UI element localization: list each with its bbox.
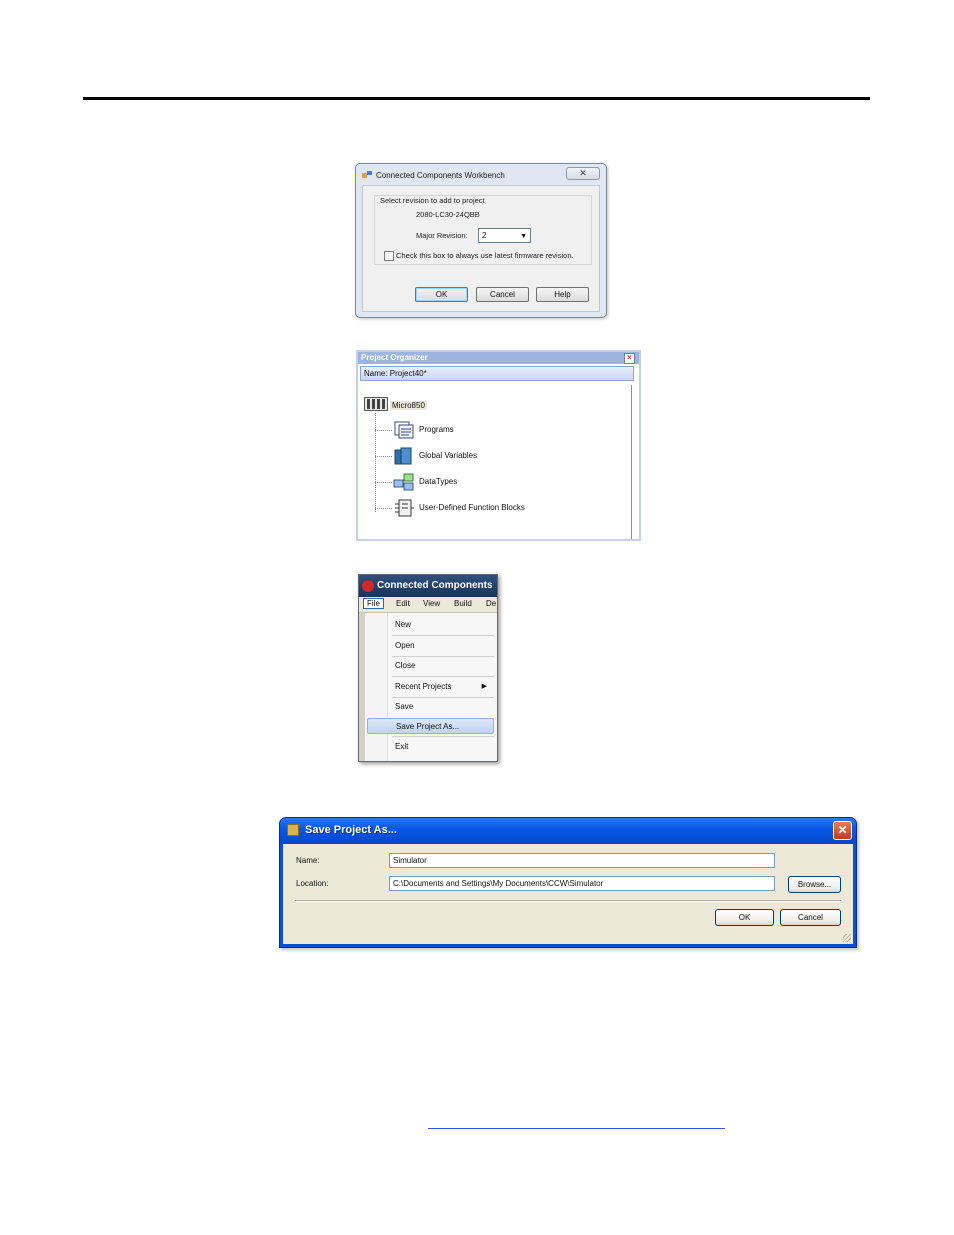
organizer-titlebar: Project Organizer ×: [358, 352, 639, 364]
menu-edit[interactable]: Edit: [396, 599, 410, 608]
help-button[interactable]: Help: [536, 287, 589, 302]
menu-item-recent-projects[interactable]: Recent Projects ▶: [387, 679, 495, 695]
close-icon[interactable]: ×: [624, 353, 635, 364]
app-title: Connected Components: [377, 580, 493, 591]
window-icon: [287, 824, 299, 836]
divider: [295, 900, 841, 902]
function-blocks-icon: [395, 499, 414, 517]
close-button[interactable]: ✕: [833, 821, 852, 840]
resize-grip-icon[interactable]: [843, 934, 851, 942]
app-titlebar: Connected Components: [359, 575, 497, 597]
tree-root-micro850[interactable]: Micro850: [390, 401, 427, 410]
programs-icon: [394, 421, 414, 439]
save-dialog-title: Save Project As...: [305, 824, 397, 836]
close-button[interactable]: ✕: [566, 167, 600, 180]
project-name-label: Name:: [364, 369, 388, 378]
tree-item-label: User-Defined Function Blocks: [419, 503, 525, 512]
menu-separator: [392, 697, 494, 698]
menu-item-close[interactable]: Close: [387, 658, 495, 674]
group-label: Select revision to add to project: [378, 196, 487, 205]
cancel-button[interactable]: Cancel: [780, 909, 841, 926]
tree-line: [375, 413, 376, 512]
major-revision-select[interactable]: 2 ▼: [478, 228, 531, 243]
menu-item-save[interactable]: Save: [387, 699, 495, 715]
tree-item-label: Programs: [419, 425, 454, 434]
menu-separator: [392, 676, 494, 677]
major-revision-value: 2: [482, 231, 487, 240]
revision-dialog: Connected Components Workbench ✕ Select …: [355, 163, 607, 318]
menu-debug[interactable]: De: [486, 599, 496, 608]
menu-item-label: Recent Projects: [395, 682, 452, 691]
header-rule: [83, 97, 870, 100]
menu-view[interactable]: View: [423, 599, 440, 608]
ok-button[interactable]: OK: [715, 909, 774, 926]
latest-firmware-checkbox[interactable]: [384, 251, 394, 261]
menubar: File Edit View Build De: [359, 597, 497, 613]
organizer-title: Project Organizer: [361, 353, 428, 362]
name-label: Name:: [296, 856, 320, 865]
save-project-as-dialog: Save Project As... ✕ Name: Simulator Loc…: [279, 817, 857, 948]
project-tree: Micro850 Programs Global Variables DataT…: [360, 385, 632, 539]
file-dropdown: New Open Close Recent Projects ▶ Save Sa…: [359, 613, 497, 761]
location-field[interactable]: C:\Documents and Settings\My Documents\C…: [389, 876, 775, 891]
major-revision-label: Major Revision:: [416, 231, 468, 240]
project-organizer: Project Organizer × Name: Project40* Mic…: [356, 350, 641, 541]
datatypes-icon: [393, 473, 414, 491]
menu-item-new[interactable]: New: [387, 617, 495, 633]
project-name-bar: Name: Project40*: [360, 366, 634, 381]
app-icon: [362, 171, 372, 178]
location-label: Location:: [296, 879, 329, 888]
name-field[interactable]: Simulator: [389, 853, 775, 868]
submenu-arrow-icon: ▶: [481, 683, 487, 690]
hyperlink-underline[interactable]: [428, 1128, 725, 1129]
menu-item-exit[interactable]: Exit: [387, 739, 495, 755]
controller-icon[interactable]: [364, 397, 388, 411]
file-menu-window: Connected Components File Edit View Buil…: [358, 574, 498, 762]
menu-separator: [392, 635, 494, 636]
cancel-button[interactable]: Cancel: [476, 287, 529, 302]
browse-button[interactable]: Browse...: [788, 876, 841, 893]
menu-file[interactable]: File: [363, 598, 384, 609]
project-name-value: Project40*: [389, 369, 427, 378]
save-dialog-body: Name: Simulator Location: C:\Documents a…: [283, 844, 853, 944]
global-variables-icon: [394, 447, 412, 465]
save-dialog-titlebar: Save Project As... ✕: [280, 818, 856, 844]
ccw-logo-icon: [362, 580, 374, 592]
tree-item-label: DataTypes: [419, 477, 458, 486]
checkbox-label: Check this box to always use latest firm…: [396, 251, 574, 260]
dialog-title: Connected Components Workbench: [376, 171, 505, 180]
model-label: 2080-LC30-24QBB: [416, 210, 480, 219]
dialog-body: Select revision to add to project 2080-L…: [362, 185, 600, 312]
menu-item-open[interactable]: Open: [387, 638, 495, 654]
tree-item-label: Global Variables: [419, 451, 478, 460]
menu-build[interactable]: Build: [454, 599, 472, 608]
menu-separator: [392, 656, 494, 657]
chevron-down-icon: ▼: [520, 233, 527, 240]
ok-button[interactable]: OK: [415, 287, 468, 302]
menu-item-save-project-as[interactable]: Save Project As...: [367, 718, 494, 734]
menu-separator: [392, 736, 494, 737]
